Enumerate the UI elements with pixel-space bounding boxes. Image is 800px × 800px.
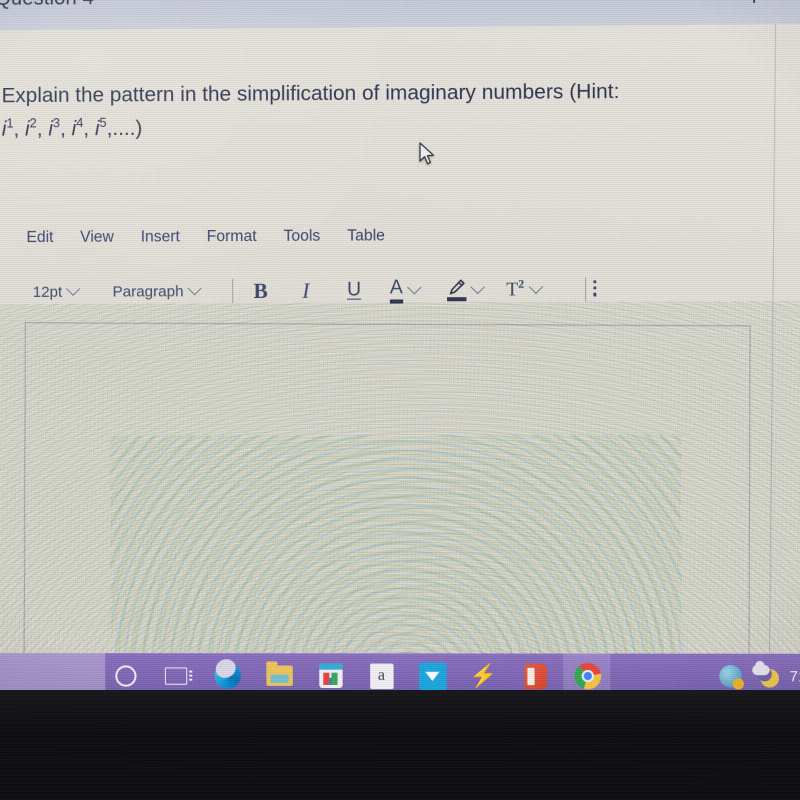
prompt-exp-4: 4: [76, 115, 84, 131]
prompt-exp-5: 5: [99, 115, 107, 131]
block-format-label: Paragraph: [112, 282, 184, 301]
prompt-line-1: Explain the pattern in the simplificatio…: [1, 79, 620, 108]
microsoft-store-icon: [318, 663, 343, 689]
cloud-shape: [752, 664, 770, 676]
superscript-icon: T2: [506, 277, 525, 301]
task-view-icon: [164, 666, 188, 685]
file-explorer-icon: [266, 665, 293, 686]
menu-item-edit[interactable]: Edit: [26, 229, 53, 247]
chevron-down-icon[interactable]: [406, 280, 422, 295]
menu-item-format[interactable]: Format: [207, 228, 257, 247]
italic-button[interactable]: I: [302, 275, 309, 306]
prompt-sep-2: ,: [36, 117, 49, 141]
text-color-icon: A: [390, 276, 403, 304]
more-options-button[interactable]: [593, 280, 597, 297]
taskbar-item-task-view[interactable]: [160, 659, 193, 692]
help-icon[interactable]: [719, 664, 743, 688]
font-size-label: 12pt: [32, 283, 63, 301]
photographed-laptop-screen: Question 4 10 pts Explain the pattern in…: [0, 0, 800, 800]
prompt-exp-1: 1: [6, 115, 14, 131]
chevron-down-icon: [66, 281, 81, 296]
chevron-down-icon: [187, 281, 202, 296]
cortana-icon: [114, 664, 137, 687]
highlighter-icon: [447, 279, 467, 302]
taskbar-item-adobe[interactable]: a: [365, 659, 398, 692]
chevron-down-icon[interactable]: [470, 279, 485, 295]
toolbar-divider-2: [585, 277, 587, 302]
taskbar-item-edge[interactable]: [211, 659, 244, 692]
chevron-down-icon[interactable]: [528, 279, 543, 295]
adobe-icon: a: [369, 663, 394, 689]
question-prompt: Explain the pattern in the simplificatio…: [2, 74, 736, 147]
highlight-color-button[interactable]: [447, 275, 485, 306]
prompt-sep-4: ,: [83, 117, 95, 141]
mouse-cursor: [418, 142, 436, 168]
menu-item-tools[interactable]: Tools: [283, 227, 320, 246]
prompt-sep-3: ,: [60, 117, 72, 141]
office-icon: [524, 663, 547, 689]
kebab-dot: [593, 292, 597, 297]
underline-button[interactable]: U: [347, 275, 361, 306]
menu-item-table[interactable]: Table: [347, 227, 385, 246]
prompt-sep-1: ,: [13, 117, 26, 141]
rich-text-editor-body[interactable]: [23, 322, 751, 693]
block-format-dropdown[interactable]: Paragraph: [112, 276, 202, 307]
prompt-exp-3: 3: [52, 115, 61, 131]
weather-night-cloud-icon[interactable]: [752, 664, 780, 688]
edge-icon: [214, 662, 242, 689]
screen-content: Question 4 10 pts Explain the pattern in…: [0, 0, 800, 699]
menu-item-insert[interactable]: Insert: [141, 228, 180, 246]
dropbox-icon: [418, 662, 447, 690]
taskbar-item-chrome[interactable]: [571, 660, 604, 693]
page-right-edge: [768, 24, 777, 689]
question-body: Explain the pattern in the simplificatio…: [0, 23, 800, 699]
taskbar-item-bolt[interactable]: ⚡: [467, 660, 500, 693]
taskbar-item-microsoft-store[interactable]: [314, 659, 347, 692]
editor-toolbar: 12pt Paragraph B I U A T2: [27, 274, 638, 311]
menu-item-view[interactable]: View: [80, 228, 114, 246]
question-title: Question 4: [0, 0, 94, 11]
prompt-exp-2: 2: [29, 115, 37, 131]
bold-button[interactable]: B: [253, 276, 267, 307]
bolt-icon: ⚡: [469, 662, 498, 689]
taskbar-item-file-explorer[interactable]: [263, 659, 296, 692]
kebab-dot: [593, 280, 597, 284]
editor-menubar: Edit View Insert Format Tools Table: [26, 227, 453, 256]
prompt-tail: ,....): [106, 116, 143, 141]
kebab-dot: [593, 286, 597, 290]
question-points: 10 pts: [725, 0, 778, 5]
taskbar-item-dropbox[interactable]: [416, 660, 449, 693]
text-color-button[interactable]: A: [390, 275, 422, 306]
chrome-icon: [574, 662, 602, 690]
temperature-label[interactable]: 71°F: [789, 668, 800, 685]
taskbar-item-cortana[interactable]: [109, 659, 142, 692]
superscript-button[interactable]: T2: [506, 274, 543, 305]
font-size-dropdown[interactable]: 12pt: [32, 276, 81, 307]
taskbar-item-office[interactable]: [519, 660, 552, 693]
toolbar-divider: [232, 278, 234, 304]
laptop-bezel: hp: [0, 690, 800, 800]
